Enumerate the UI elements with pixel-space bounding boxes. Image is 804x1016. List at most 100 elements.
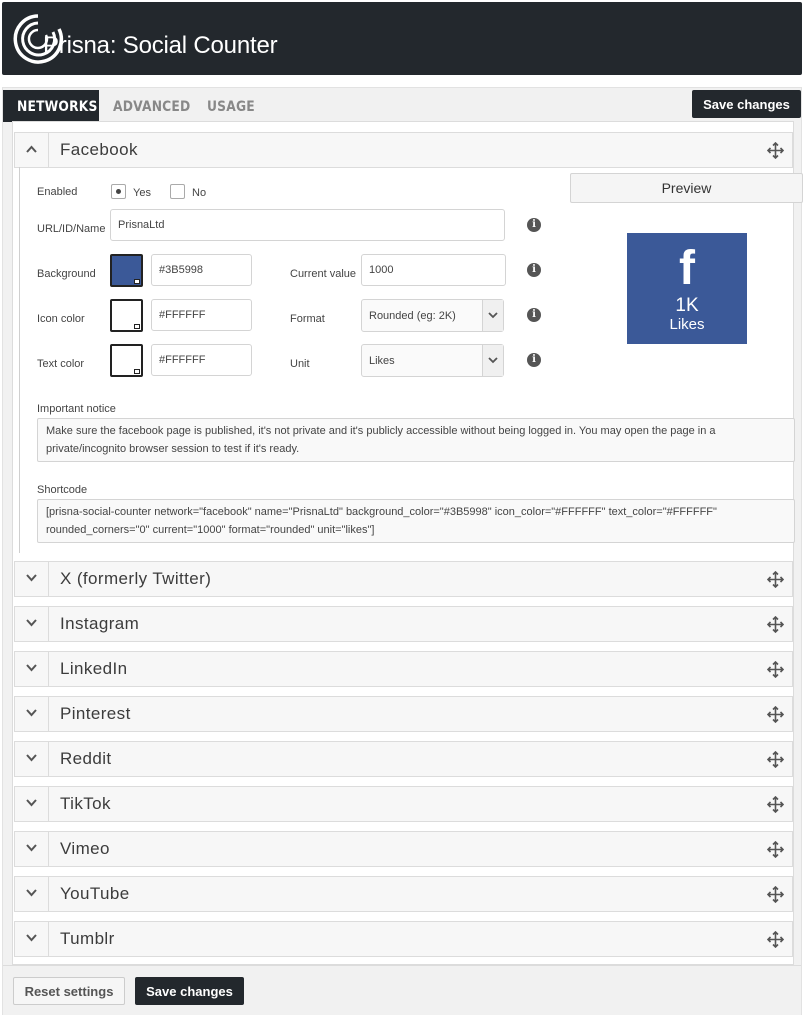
move-icon[interactable] <box>767 886 784 903</box>
chevron-down-icon <box>26 844 37 852</box>
background-label: Background <box>37 268 96 280</box>
info-icon[interactable]: i <box>527 353 541 367</box>
accordion-instagram[interactable]: Instagram <box>14 606 793 642</box>
unit-label: Unit <box>290 358 310 370</box>
enabled-label: Enabled <box>37 186 78 198</box>
facebook-f-icon: f <box>679 242 695 295</box>
info-icon[interactable]: i <box>527 263 541 277</box>
move-icon[interactable] <box>767 661 784 678</box>
move-icon[interactable] <box>767 706 784 723</box>
chevron-down-icon <box>26 754 37 762</box>
icon-color-label: Icon color <box>37 313 85 325</box>
url-input[interactable] <box>110 209 505 241</box>
unit-selected-value: Likes <box>369 355 395 367</box>
accordion-title: YouTube <box>60 884 130 903</box>
expand-toggle[interactable] <box>15 742 49 776</box>
format-select[interactable]: Rounded (eg: 2K) <box>361 299 504 332</box>
settings-wrapper: NETWORKS ADVANCED USAGE Save changes Fac… <box>2 87 803 1015</box>
preview-count: 1K <box>675 295 699 316</box>
facebook-settings: Enabled Yes No URL/ID/Name i Background … <box>19 167 803 553</box>
enabled-no-radio[interactable] <box>170 184 185 199</box>
networks-panel: Facebook Enabled Yes No URL/ID/Name i Ba… <box>12 121 803 965</box>
chevron-down-icon <box>26 574 37 582</box>
accordion-pinterest[interactable]: Pinterest <box>14 696 793 732</box>
move-icon[interactable] <box>767 796 784 813</box>
save-changes-button-top[interactable]: Save changes <box>692 90 801 118</box>
move-icon[interactable] <box>767 571 784 588</box>
tab-networks[interactable]: NETWORKS <box>3 90 99 122</box>
tab-usage[interactable]: USAGE <box>207 90 255 122</box>
shortcode-text[interactable]: [prisna-social-counter network="facebook… <box>37 499 795 543</box>
expand-toggle[interactable] <box>15 607 49 641</box>
accordion-title: Pinterest <box>60 704 131 723</box>
move-icon[interactable] <box>767 751 784 768</box>
expand-toggle[interactable] <box>15 652 49 686</box>
tab-advanced[interactable]: ADVANCED <box>113 90 190 122</box>
chevron-up-icon <box>26 145 37 153</box>
chevron-down-icon <box>26 934 37 942</box>
expand-toggle[interactable] <box>15 697 49 731</box>
enabled-no-label: No <box>192 187 207 199</box>
move-icon[interactable] <box>767 142 784 159</box>
current-value-label: Current value <box>290 268 357 280</box>
format-selected-value: Rounded (eg: 2K) <box>369 310 456 322</box>
expand-toggle[interactable] <box>15 562 49 596</box>
important-notice-label: Important notice <box>37 403 116 415</box>
chevron-down-icon <box>26 709 37 717</box>
expand-toggle[interactable] <box>15 832 49 866</box>
preview-button[interactable]: Preview <box>570 173 803 203</box>
accordion-facebook[interactable]: Facebook <box>14 132 793 168</box>
move-icon[interactable] <box>767 616 784 633</box>
important-notice-text: Make sure the facebook page is published… <box>37 418 795 462</box>
expand-toggle[interactable] <box>15 877 49 911</box>
text-color-swatch[interactable] <box>110 344 143 377</box>
accordion-reddit[interactable]: Reddit <box>14 741 793 777</box>
chevron-down-icon <box>26 799 37 807</box>
accordion-title: TikTok <box>60 794 111 813</box>
accordion-x-formerly-twitter[interactable]: X (formerly Twitter) <box>14 561 793 597</box>
background-color-swatch[interactable] <box>110 254 143 287</box>
accordion-title: Facebook <box>60 140 138 159</box>
chevron-down-icon <box>26 889 37 897</box>
collapse-toggle[interactable] <box>15 133 49 167</box>
current-value-input[interactable] <box>361 254 506 286</box>
accordion-title: Vimeo <box>60 839 110 858</box>
reset-settings-button[interactable]: Reset settings <box>13 977 125 1005</box>
app-title: Prisna: Social Counter <box>43 32 278 59</box>
accordion-youtube[interactable]: YouTube <box>14 876 793 912</box>
expand-toggle[interactable] <box>15 787 49 821</box>
app-header: Prisna: Social Counter <box>2 2 802 75</box>
background-color-input[interactable] <box>151 254 252 286</box>
move-icon[interactable] <box>767 841 784 858</box>
text-color-label: Text color <box>37 358 85 370</box>
info-icon[interactable]: i <box>527 308 541 322</box>
save-changes-button-bottom[interactable]: Save changes <box>135 977 244 1005</box>
icon-color-swatch[interactable] <box>110 299 143 332</box>
url-label: URL/ID/Name <box>37 223 106 235</box>
shortcode-label: Shortcode <box>37 484 88 496</box>
format-label: Format <box>290 313 325 325</box>
enabled-yes-label: Yes <box>133 187 151 199</box>
move-icon[interactable] <box>767 931 784 948</box>
enabled-yes-radio[interactable] <box>111 184 126 199</box>
accordion-vimeo[interactable]: Vimeo <box>14 831 793 867</box>
facebook-counter-preview: f 1K Likes <box>627 233 747 344</box>
chevron-down-icon <box>488 357 498 364</box>
preview-unit: Likes <box>669 316 705 333</box>
unit-select[interactable]: Likes <box>361 344 504 377</box>
text-color-input[interactable] <box>151 344 252 376</box>
accordion-title: LinkedIn <box>60 659 128 678</box>
footer-bar: Reset settings Save changes <box>3 965 801 1015</box>
accordion-tiktok[interactable]: TikTok <box>14 786 793 822</box>
accordion-title: X (formerly Twitter) <box>60 569 212 588</box>
chevron-down-icon <box>488 312 498 319</box>
accordion-linkedin[interactable]: LinkedIn <box>14 651 793 687</box>
chevron-down-icon <box>26 619 37 627</box>
info-icon[interactable]: i <box>527 218 541 232</box>
chevron-down-icon <box>26 664 37 672</box>
icon-color-input[interactable] <box>151 299 252 331</box>
accordion-title: Tumblr <box>60 929 115 948</box>
accordion-tumblr[interactable]: Tumblr <box>14 921 793 957</box>
accordion-title: Instagram <box>60 614 140 633</box>
expand-toggle[interactable] <box>15 922 49 956</box>
